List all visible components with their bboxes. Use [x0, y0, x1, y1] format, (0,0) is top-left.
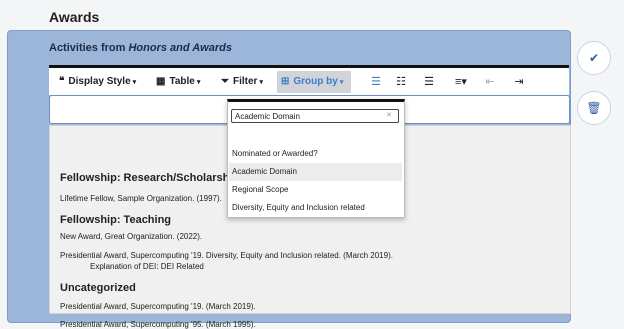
- list-item: Presidential Award, Supercomputing '19. …: [60, 251, 393, 260]
- panel-title: Activities from Honors and Awards: [49, 42, 232, 54]
- align-menu-icon[interactable]: ≡▾: [449, 71, 473, 93]
- display-style-button[interactable]: ❝ Display Style ▾: [55, 71, 140, 93]
- group-heading: Fellowship: Teaching: [60, 214, 172, 226]
- bullet-list-icon[interactable]: ☷: [392, 71, 410, 93]
- group-by-dropdown: ✕ Nominated or Awarded? Academic Domain …: [227, 99, 405, 218]
- section-title: Awards: [49, 9, 100, 25]
- toolbar: ❝ Display Style ▾ ▦ Table ▾ ⏷ Filter ▾ ⊞ Group …: [49, 65, 569, 95]
- trash-icon: 🗑: [586, 101, 602, 115]
- dropdown-option[interactable]: Nominated or Awarded?: [229, 145, 402, 163]
- filter-label: Filter: [233, 76, 258, 87]
- group-by-label: Group by: [293, 76, 338, 87]
- filter-icon: ⏷: [221, 76, 229, 87]
- table-icon: ▦: [156, 76, 166, 87]
- panel-title-prefix: Activities from: [49, 42, 129, 54]
- table-button[interactable]: ▦ Table ▾: [152, 71, 204, 93]
- chevron-down-icon: ▾: [259, 79, 263, 86]
- group-heading: Uncategorized: [60, 282, 136, 294]
- clear-icon[interactable]: ✕: [386, 111, 392, 119]
- chevron-down-icon: ▾: [132, 79, 137, 86]
- group-by-search-input[interactable]: [231, 109, 399, 123]
- check-icon: ✔: [588, 51, 600, 65]
- numbered-list-icon[interactable]: ☰: [420, 71, 438, 93]
- chevron-down-icon: ▾: [196, 79, 201, 86]
- list-item: New Award, Great Organization. (2022).: [60, 232, 203, 241]
- dropdown-option[interactable]: Regional Scope: [229, 181, 402, 199]
- chevron-down-icon: ▾: [339, 79, 344, 86]
- dropdown-option[interactable]: Diversity, Equity and Inclusion related: [229, 199, 402, 217]
- indent-list-icon[interactable]: ☰: [367, 71, 385, 93]
- group-heading: Fellowship: Research/Scholarship: [60, 172, 240, 184]
- list-item: Lifetime Fellow, Sample Organization. (1…: [60, 194, 222, 203]
- indent-icon[interactable]: ⇥: [510, 71, 528, 93]
- group-icon: ⊞: [281, 76, 290, 87]
- display-style-label: Display Style: [68, 76, 131, 87]
- delete-button[interactable]: 🗑: [577, 91, 611, 125]
- list-item: Presidential Award, Supercomputing '19. …: [60, 302, 256, 311]
- panel-title-source: Honors and Awards: [128, 42, 232, 54]
- quote-icon: ❝: [59, 76, 65, 87]
- dropdown-option[interactable]: Academic Domain: [229, 163, 402, 181]
- group-by-button[interactable]: ⊞ Group by ▾: [277, 71, 351, 93]
- list-item-note: Explanation of DEI: DEI Related: [90, 262, 204, 271]
- confirm-button[interactable]: ✔: [577, 41, 611, 75]
- outdent-icon[interactable]: ⇤: [481, 71, 499, 93]
- filter-button[interactable]: ⏷ Filter ▾: [217, 71, 267, 93]
- table-label: Table: [169, 76, 195, 87]
